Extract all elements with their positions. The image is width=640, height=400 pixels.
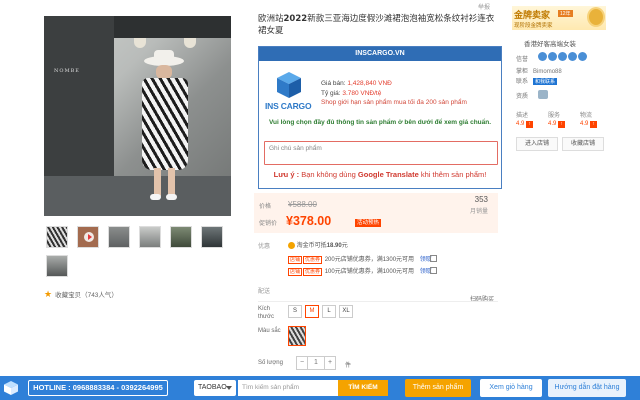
size-option-m[interactable]: M (305, 305, 319, 318)
order-guide-button[interactable]: Hướng dẫn đặt hàng (548, 379, 626, 397)
search-button[interactable]: TÌM KIẾM (338, 380, 388, 396)
price-box: 价格 ¥588.00 促销价 ¥378.00 活动预热 353 月销量 (254, 193, 498, 233)
owner-name: Bimomo88 (533, 69, 562, 75)
quantity-stepper: − 1 + (296, 356, 336, 370)
original-price-label: 价格 (259, 204, 272, 210)
search-input[interactable]: Tìm kiếm sản phẩm (238, 380, 338, 396)
thumbnail-5[interactable] (170, 226, 192, 248)
size-label: Kích thước (258, 306, 274, 320)
quantity-input[interactable]: 1 (308, 356, 324, 370)
credit-label: 信誉 (516, 57, 529, 63)
promo-tag: 活动预热 (355, 219, 382, 227)
hotline: HOTLINE : 0968883384 - 0392264995 (28, 380, 168, 396)
quantity-label: Số lượng (258, 360, 283, 366)
color-swatch[interactable] (288, 326, 306, 346)
favorite-shop-button[interactable]: 收藏店铺 (562, 137, 604, 151)
vnd-price: 1,428,840 VNĐ (347, 80, 392, 87)
qr-icon (430, 267, 437, 274)
favorite-label: 收藏宝贝（743人气） (55, 292, 118, 299)
source-select[interactable]: TAOBAO (194, 380, 236, 396)
inscargo-toolbar: HOTLINE : 0968883384 - 0392264995 TAOBAO… (0, 376, 640, 400)
product-note-input[interactable]: Ghi chú sản phẩm (264, 141, 498, 165)
product-title: 欧洲站2022新款三亚海边度假沙滩裙泡泡袖宽松条纹衬衫连衣裙女夏 (258, 14, 495, 36)
promo-price-label: 促销价 (259, 221, 278, 227)
inscargo-panel: INSCARGO.VN INS CARGO Giá bán: 1,428,840… (258, 46, 502, 189)
color-label: Màu sắc (258, 328, 281, 334)
gold-seller-badge: 金牌卖家 12年 现阶段金牌卖家 (512, 6, 606, 30)
thumbnail-6[interactable] (201, 226, 223, 248)
translate-warning: Lưu ý : Bạn không dùng Google Translate … (273, 170, 487, 179)
play-icon (84, 232, 94, 242)
monthly-sales-label: 月销量 (469, 209, 488, 215)
thumbnail-1[interactable] (46, 226, 68, 248)
score-service: 服务 4.9 ↑ (548, 110, 566, 128)
bond-label: 资质 (516, 94, 529, 100)
inscargo-logo: INS CARGO (265, 71, 312, 115)
score-logistics: 物流 4.9 ↑ (580, 110, 598, 128)
product-page: NOMBE ★ 收藏宝贝（743人气） 欧洲站2022新款三亚海边度假沙滩裙泡泡… (0, 0, 640, 400)
report-link[interactable]: 举报 (478, 2, 490, 11)
size-option-l[interactable]: L (322, 305, 336, 318)
inscargo-logo-text: INS CARGO (265, 101, 312, 111)
thumbnail-4[interactable] (139, 226, 161, 248)
size-selector: S M L XL (288, 305, 353, 318)
cube-logo-icon (277, 72, 301, 98)
coupon-2-text: 100元店铺优惠券，满1000元可用 (324, 269, 415, 275)
coupon-row-2: 店铺 优惠券 100元店铺优惠券，满1000元可用 领取 (288, 268, 432, 276)
thumbnail-7[interactable] (46, 255, 68, 277)
favorite-product-link[interactable]: ★ 收藏宝贝（743人气） (44, 289, 118, 299)
credit-rating (538, 52, 587, 61)
add-product-button[interactable]: Thêm sản phẩm (405, 379, 471, 397)
coin-icon (288, 241, 295, 249)
thumbnail-3[interactable] (108, 226, 130, 248)
purchase-limit-note: Shop giới hạn sản phẩm mua tối đa 200 sả… (321, 99, 467, 106)
star-icon: ★ (44, 288, 53, 299)
quantity-unit: 件 (345, 363, 352, 369)
thumbnail-video[interactable] (77, 226, 99, 248)
seller-years: 12年 (558, 10, 573, 17)
coupon-1-text: 200元店铺优惠券，满1300元可用 (324, 257, 415, 263)
quantity-plus-button[interactable]: + (324, 356, 336, 370)
coupon-row-1: 店铺 优惠券 200元店铺优惠券，满1300元可用 领取 (288, 256, 432, 264)
medal-icon (587, 7, 605, 27)
promo-price: ¥378.00 (286, 214, 332, 228)
enter-shop-button[interactable]: 进入店铺 (516, 137, 558, 151)
model-figure (136, 50, 192, 204)
choose-options-note: Vui lòng chọn đầy đủ thông tin sản phẩm … (268, 119, 492, 126)
quantity-minus-button[interactable]: − (296, 356, 308, 370)
inscargo-header: INSCARGO.VN (259, 47, 501, 61)
exchange-rate: 3.780 VNĐ/tệ (342, 89, 382, 97)
up-arrow-icon: ↑ (590, 121, 598, 128)
qr-icon (430, 255, 437, 262)
contact-button[interactable]: 和我联系 (533, 78, 558, 85)
up-arrow-icon: ↑ (526, 121, 534, 128)
original-price: ¥588.00 (288, 200, 317, 209)
delivery-label: 配送 (258, 289, 271, 295)
size-option-s[interactable]: S (288, 305, 302, 318)
score-description: 描述 4.9 ↑ (516, 110, 534, 128)
up-arrow-icon: ↑ (558, 121, 566, 128)
main-product-photo[interactable]: NOMBE (44, 16, 231, 216)
view-cart-button[interactable]: Xem giỏ hàng (480, 379, 542, 397)
promo-label: 优惠 (258, 244, 271, 250)
shop-sign-text: NOMBE (54, 68, 80, 74)
divider (258, 301, 498, 302)
size-option-xl[interactable]: XL (339, 305, 353, 318)
monthly-sales-count: 353 (474, 195, 488, 204)
contact-row: 联系 和我联系 (516, 78, 558, 85)
shop-name[interactable]: 香港好客高端女装 (524, 38, 576, 48)
owner-row: 掌柜 Bimomo88 (516, 69, 562, 75)
inscargo-price-info: Giá bán: 1,428,840 VNĐ Tỷ giá: 3.780 VNĐ… (321, 80, 467, 106)
bond-icon (538, 90, 548, 99)
coin-discount: 淘金币可抵18.90元 (288, 240, 348, 249)
inscargo-cube-icon (4, 381, 18, 395)
